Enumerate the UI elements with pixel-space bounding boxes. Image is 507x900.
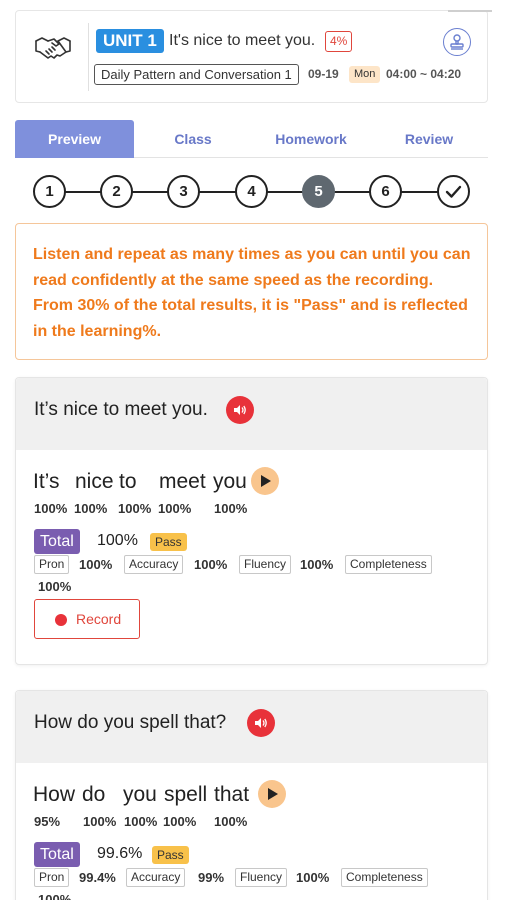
instruction-box: Listen and repeat as many times as you c… bbox=[15, 223, 488, 360]
tab-preview[interactable]: Preview bbox=[15, 120, 134, 158]
sentence-word: meet bbox=[159, 470, 206, 493]
speaker-icon bbox=[234, 405, 246, 415]
sentence-word: you bbox=[213, 470, 247, 493]
unit-badge: UNIT 1 bbox=[96, 29, 164, 53]
word-score: 100% bbox=[83, 814, 117, 829]
record-dot-icon bbox=[55, 614, 67, 626]
step-6[interactable]: 6 bbox=[369, 175, 402, 208]
tab-class[interactable]: Class bbox=[134, 120, 252, 158]
step-5[interactable]: 5 bbox=[302, 175, 335, 208]
metric-value-accuracy: 100% bbox=[194, 557, 228, 572]
metric-value-completeness: 100% bbox=[38, 579, 72, 594]
speaker-button[interactable] bbox=[226, 396, 254, 424]
speaker-button[interactable] bbox=[247, 709, 275, 737]
word-score: 100% bbox=[163, 814, 197, 829]
total-badge: Total bbox=[34, 842, 80, 867]
word-score: 100% bbox=[158, 501, 192, 516]
progress-badge: 4% bbox=[325, 31, 353, 52]
lesson-time: 04:00 ~ 04:20 bbox=[386, 67, 462, 81]
sentence-word: nice bbox=[75, 470, 114, 493]
sentence-word: that bbox=[214, 783, 250, 806]
sentence-word: to bbox=[119, 470, 137, 493]
sentence-card-header: It’s nice to meet you. bbox=[16, 378, 487, 450]
checkmark-icon bbox=[445, 185, 462, 198]
lesson-header-card: UNIT 1 It's nice to meet you. 4% Daily P… bbox=[15, 10, 492, 103]
step-2[interactable]: 2 bbox=[100, 175, 133, 208]
status-badge: Pass bbox=[152, 846, 189, 864]
tab-homework[interactable]: Homework bbox=[252, 120, 370, 158]
metric-label-fluency: Fluency bbox=[239, 555, 292, 574]
word-score: 100% bbox=[118, 501, 152, 516]
sentence-title: How do you spell that? bbox=[34, 712, 227, 733]
sentence-word: you bbox=[123, 783, 157, 806]
speaker-icon bbox=[255, 718, 267, 728]
total-score: 99.6% bbox=[97, 845, 143, 862]
sentence-card: How do you spell that? How do you spell … bbox=[15, 690, 488, 900]
stamp-icon bbox=[449, 33, 464, 50]
lesson-date: 09-19 bbox=[308, 67, 339, 81]
header-accent-line bbox=[448, 10, 492, 12]
status-badge: Pass bbox=[150, 533, 187, 551]
word-score: 100% bbox=[34, 501, 68, 516]
metric-label-accuracy: Accuracy bbox=[126, 868, 186, 887]
metric-label-completeness: Completeness bbox=[345, 555, 432, 574]
word-score: 100% bbox=[124, 814, 158, 829]
header-divider bbox=[88, 23, 89, 91]
sentence-word: It’s bbox=[33, 470, 60, 493]
sentence-title: It’s nice to meet you. bbox=[34, 399, 208, 420]
record-button[interactable]: Record bbox=[34, 599, 140, 639]
lesson-tabs: Preview Class Homework Review bbox=[15, 120, 488, 158]
step-4[interactable]: 4 bbox=[235, 175, 268, 208]
lesson-day-badge: Mon bbox=[349, 66, 381, 83]
sentence-word: How bbox=[33, 783, 76, 806]
metric-value-pron: 99.4% bbox=[79, 870, 116, 885]
handshake-icon bbox=[35, 37, 71, 59]
step-progress: 1 2 3 4 5 6 bbox=[33, 175, 471, 209]
metric-label-completeness: Completeness bbox=[341, 868, 428, 887]
total-badge: Total bbox=[34, 529, 80, 554]
metric-label-pron: Pron bbox=[34, 555, 70, 574]
lesson-title: It's nice to meet you. bbox=[169, 32, 316, 49]
metric-value-pron: 100% bbox=[79, 557, 113, 572]
play-icon[interactable] bbox=[258, 780, 286, 808]
step-complete[interactable] bbox=[437, 175, 470, 208]
stamp-button[interactable] bbox=[443, 28, 471, 56]
metric-label-accuracy: Accuracy bbox=[124, 555, 184, 574]
word-score: 100% bbox=[74, 501, 108, 516]
metric-value-completeness: 100% bbox=[38, 892, 72, 900]
word-score: 100% bbox=[214, 814, 248, 829]
course-name-tag: Daily Pattern and Conversation 1 bbox=[94, 64, 299, 85]
sentence-card-header: How do you spell that? bbox=[16, 691, 487, 763]
metric-label-fluency: Fluency bbox=[235, 868, 288, 887]
play-icon[interactable] bbox=[251, 467, 279, 495]
sentence-word: do bbox=[82, 783, 106, 806]
metric-value-fluency: 100% bbox=[296, 870, 330, 885]
word-score: 95% bbox=[34, 814, 61, 829]
sentence-card: It’s nice to meet you. It’s nice to meet… bbox=[15, 377, 488, 665]
metric-value-fluency: 100% bbox=[300, 557, 334, 572]
sentence-word: spell bbox=[164, 783, 208, 806]
record-label: Record bbox=[76, 611, 122, 627]
tab-review[interactable]: Review bbox=[370, 120, 488, 158]
word-score: 100% bbox=[214, 501, 248, 516]
total-score: 100% bbox=[97, 532, 138, 549]
step-3[interactable]: 3 bbox=[167, 175, 200, 208]
metric-value-accuracy: 99% bbox=[198, 870, 225, 885]
step-1[interactable]: 1 bbox=[33, 175, 66, 208]
metric-label-pron: Pron bbox=[34, 868, 70, 887]
